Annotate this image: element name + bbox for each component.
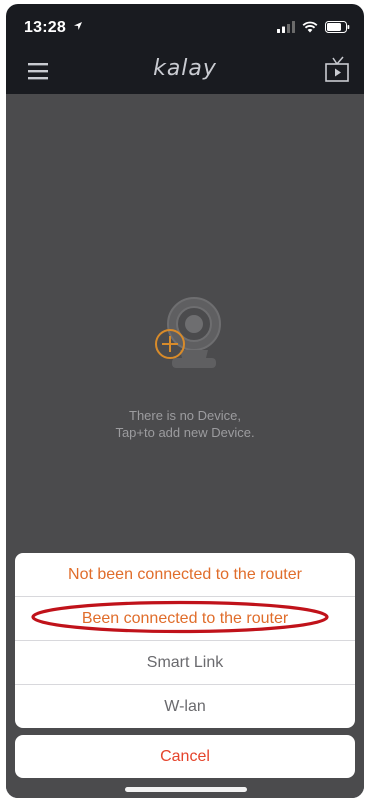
status-bar: 13:28	[6, 4, 364, 50]
location-arrow-icon	[73, 22, 82, 30]
status-time: 13:28	[24, 19, 83, 37]
empty-state-line-1: There is no Device,	[129, 408, 241, 423]
nav-bar: kalay	[6, 50, 364, 94]
connected-router-option[interactable]: Been connected to the router	[15, 597, 355, 641]
connection-type-sheet: Not been connected to the router Been co…	[15, 553, 355, 728]
status-time-text: 13:28	[24, 19, 66, 36]
phone-screen: 13:28 kalay There is no Device, Tap+to a…	[6, 4, 364, 798]
smart-link-option[interactable]: Smart Link	[15, 641, 355, 685]
not-connected-router-option[interactable]: Not been connected to the router	[15, 553, 355, 597]
cancel-button[interactable]: Cancel	[15, 735, 355, 778]
add-camera-icon[interactable]	[146, 294, 228, 376]
empty-state-message: There is no Device, Tap+to add new Devic…	[6, 407, 364, 441]
cellular-signal-icon	[277, 21, 295, 33]
wlan-option[interactable]: W-lan	[15, 685, 355, 728]
empty-state-line-2: Tap+to add new Device.	[115, 425, 255, 440]
app-logo: kalay	[153, 56, 217, 81]
battery-icon	[325, 21, 350, 33]
status-icons	[277, 21, 350, 33]
home-indicator[interactable]	[125, 787, 247, 792]
wifi-icon	[302, 21, 318, 33]
tv-play-icon[interactable]	[324, 56, 350, 84]
